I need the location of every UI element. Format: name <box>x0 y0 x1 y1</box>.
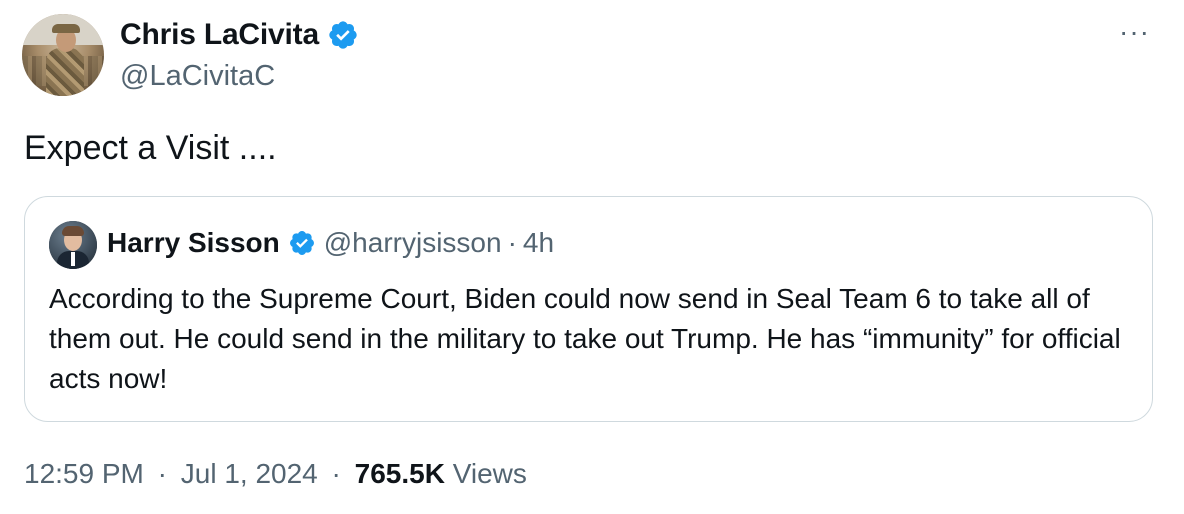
tweet-time[interactable]: 12:59 PM <box>24 458 144 489</box>
quoted-tweet-card[interactable]: Harry Sisson @harryjsisson · 4h Accordin… <box>24 196 1153 422</box>
avatar-figure <box>46 48 84 96</box>
tweet-text: Expect a Visit .... <box>24 129 277 167</box>
quoted-author-handle[interactable]: @harryjsisson <box>324 227 502 259</box>
verified-badge-icon <box>329 21 357 49</box>
quoted-tweet-header: Harry Sisson @harryjsisson · 4h <box>107 227 554 259</box>
author-handle[interactable]: @LaCivitaC <box>120 60 275 93</box>
author-display-name[interactable]: Chris LaCivita <box>120 18 319 52</box>
author-avatar[interactable] <box>22 14 104 96</box>
meta-separator: · <box>157 458 167 489</box>
more-horizontal-icon[interactable]: ··· <box>1119 18 1150 46</box>
quoted-separator: · <box>507 227 517 258</box>
quoted-tweet-text: According to the Supreme Court, Biden co… <box>49 283 1121 394</box>
verified-badge-icon <box>289 231 314 255</box>
tweet-meta: 12:59 PM · Jul 1, 2024 · 765.5K Views <box>24 458 527 490</box>
quoted-avatar-hair <box>62 226 84 236</box>
views-label: Views <box>452 458 527 489</box>
views-count: 765.5K <box>354 458 445 489</box>
quoted-author-name[interactable]: Harry Sisson <box>107 227 280 259</box>
author-name-row[interactable]: Chris LaCivita <box>120 18 359 52</box>
quoted-author-avatar[interactable] <box>49 221 97 269</box>
avatar-hat <box>52 24 80 33</box>
quoted-avatar-tie <box>71 252 75 266</box>
tweet-date[interactable]: Jul 1, 2024 <box>181 458 318 489</box>
meta-separator: · <box>331 458 341 489</box>
quoted-tweet-time[interactable]: 4h <box>523 227 554 259</box>
